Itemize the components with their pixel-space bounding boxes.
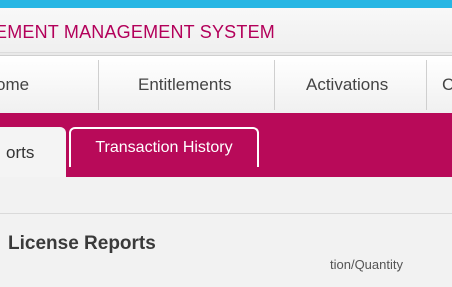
nav-divider <box>274 60 275 110</box>
main-nav: ome Entitlements Activations C <box>0 55 452 115</box>
column-header: tion/Quantity <box>330 257 403 272</box>
nav-item-home[interactable]: ome <box>0 56 29 114</box>
nav-divider <box>426 60 427 110</box>
nav-item-partial[interactable]: C <box>442 56 452 114</box>
app-window: EMENT MANAGEMENT SYSTEM ome Entitlements… <box>0 0 452 287</box>
section-title: License Reports <box>8 233 156 254</box>
content-area: License Reports tion/Quantity <box>0 177 452 287</box>
app-title: EMENT MANAGEMENT SYSTEM <box>0 22 275 42</box>
top-accent-bar <box>0 0 452 8</box>
title-bar: EMENT MANAGEMENT SYSTEM <box>0 8 452 53</box>
nav-divider <box>98 60 99 110</box>
content-divider <box>0 213 452 214</box>
tab-transaction-history[interactable]: Transaction History <box>69 127 259 167</box>
nav-item-entitlements[interactable]: Entitlements <box>138 56 232 114</box>
tab-reports-label: orts <box>6 143 35 162</box>
nav-item-activations[interactable]: Activations <box>306 56 388 114</box>
sub-nav-bar: orts Transaction History <box>0 113 452 185</box>
